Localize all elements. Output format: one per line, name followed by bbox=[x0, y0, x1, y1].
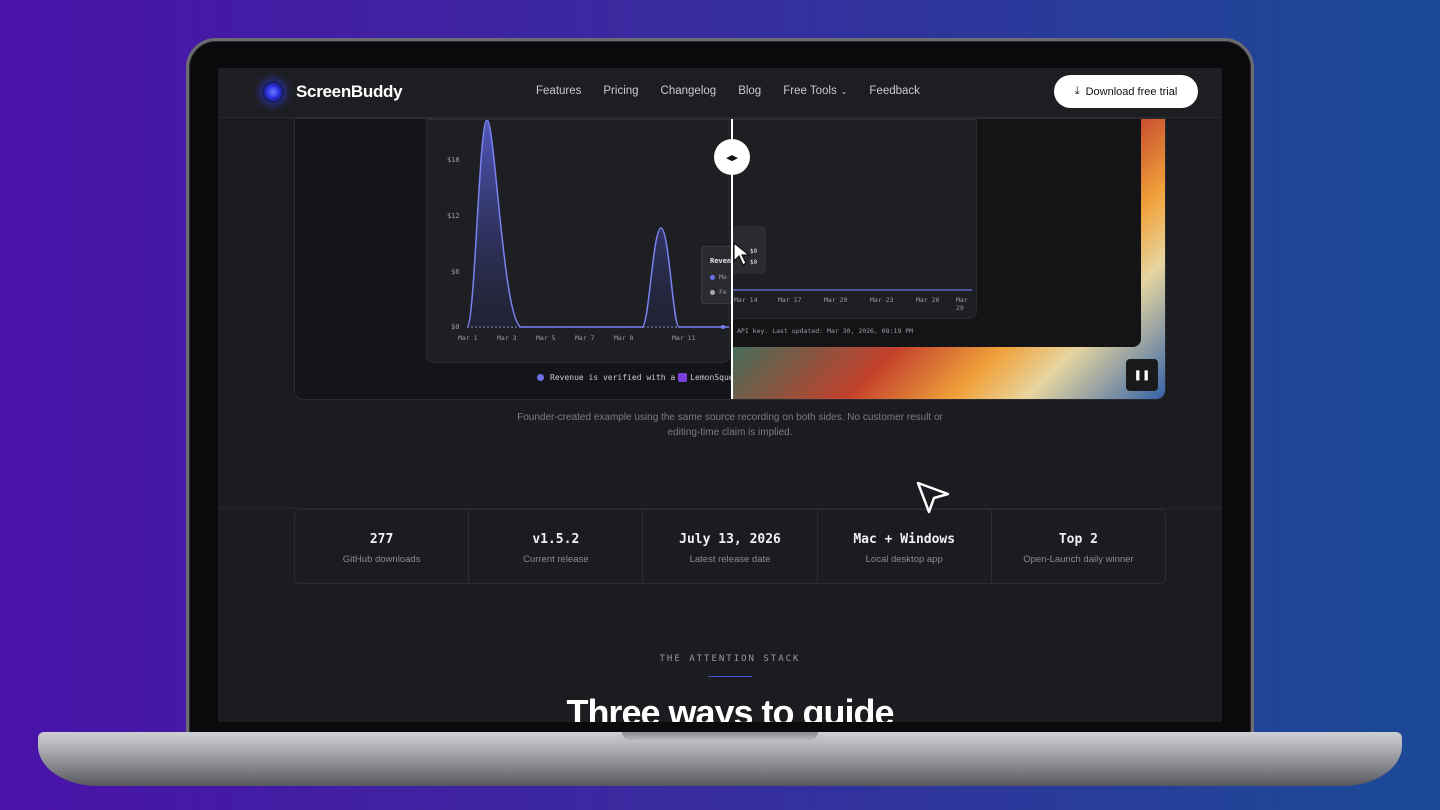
tooltip-title: Reven bbox=[710, 257, 732, 265]
stat-release-date: July 13, 2026 Latest release date bbox=[643, 510, 818, 583]
x-tick-mar5: Mar 5 bbox=[536, 334, 556, 342]
nav-link-free-tools-label: Free Tools bbox=[783, 85, 837, 97]
y-tick-18: $18 bbox=[447, 156, 460, 164]
nav-link-pricing[interactable]: Pricing bbox=[603, 85, 638, 97]
revenue-footnote: Revenue is verified with a LemonSqueez bbox=[537, 373, 743, 382]
stats-bar: 277 GitHub downloads v1.5.2 Current rele… bbox=[294, 509, 1166, 584]
chart-tooltip: Reven Ma Fe bbox=[701, 246, 735, 304]
nav-link-blog[interactable]: Blog bbox=[738, 85, 761, 97]
stat-value: July 13, 2026 bbox=[679, 532, 781, 547]
compare-slider-handle[interactable]: ◂▸ bbox=[714, 139, 750, 175]
demo-caption: Founder-created example using the same s… bbox=[218, 410, 1222, 440]
nav-link-feedback[interactable]: Feedback bbox=[869, 85, 920, 97]
after-panel: Mar 14 Mar 17 Mar 20 Mar 23 Mar 26 Mar 2… bbox=[731, 119, 1165, 399]
x-tick-mar26: Mar 26 bbox=[916, 296, 940, 304]
lemonsqueezy-icon bbox=[678, 373, 688, 382]
tooltip-item-1: Ma bbox=[719, 273, 727, 281]
section-eyebrow: THE ATTENTION STACK bbox=[659, 654, 801, 664]
stat-value: v1.5.2 bbox=[532, 532, 580, 547]
stat-release: v1.5.2 Current release bbox=[469, 510, 644, 583]
stat-downloads: 277 GitHub downloads bbox=[295, 510, 470, 583]
laptop-notch bbox=[622, 732, 818, 740]
brand-logo[interactable]: ScreenBuddy bbox=[262, 81, 403, 103]
x-tick-mar8: Mar 8 bbox=[614, 334, 634, 342]
demo-caption-line2: editing-time claim is implied. bbox=[667, 427, 793, 438]
stat-label: Latest release date bbox=[689, 554, 771, 565]
top-nav: ScreenBuddy Features Pricing Changelog B… bbox=[218, 68, 1222, 118]
tooltip-dot-2 bbox=[710, 290, 715, 295]
nav-link-free-tools[interactable]: Free Tools ⌄ bbox=[783, 85, 847, 97]
verified-icon bbox=[537, 374, 544, 381]
x-tick-mar20: Mar 20 bbox=[824, 296, 848, 304]
browser-screen: ScreenBuddy Features Pricing Changelog B… bbox=[218, 68, 1222, 722]
after-footnote: API key. Last updated: Mar 30, 2026, 08:… bbox=[737, 327, 914, 335]
stat-value: Top 2 bbox=[1058, 532, 1098, 547]
x-tick-mar29: Mar 29 bbox=[956, 296, 968, 312]
x-tick-mar1: Mar 1 bbox=[458, 334, 478, 342]
chevron-down-icon: ⌄ bbox=[840, 86, 848, 96]
logo-icon bbox=[262, 81, 284, 103]
after-chart bbox=[732, 289, 972, 291]
x-tick-mar11: Mar 11 bbox=[672, 334, 696, 342]
laptop-base bbox=[38, 732, 1402, 786]
pause-button[interactable]: ❚❚ bbox=[1126, 359, 1158, 391]
eyebrow-underline bbox=[708, 676, 752, 677]
stat-label: GitHub downloads bbox=[342, 554, 421, 565]
cursor-arrow-icon bbox=[916, 481, 950, 514]
end-point bbox=[721, 325, 725, 329]
y-tick-6: $6 bbox=[451, 268, 460, 276]
stat-label: Current release bbox=[523, 554, 589, 565]
revenue-footnote-text: Revenue is verified with a bbox=[550, 373, 676, 382]
download-trial-button[interactable]: ⤓ Download free trial bbox=[1054, 75, 1198, 108]
y-tick-12: $12 bbox=[447, 212, 460, 220]
nav-link-changelog[interactable]: Changelog bbox=[661, 85, 717, 97]
stat-platform: Mac + Windows Local desktop app bbox=[818, 510, 992, 583]
revenue-area bbox=[467, 120, 729, 327]
nav-link-features[interactable]: Features bbox=[536, 85, 581, 97]
after-chart-card: Mar 14 Mar 17 Mar 20 Mar 23 Mar 26 Mar 2… bbox=[731, 119, 977, 319]
stat-label: Open-Launch daily winner bbox=[1023, 554, 1134, 565]
stat-value: Mac + Windows bbox=[853, 532, 956, 547]
x-tick-mar3: Mar 3 bbox=[497, 334, 517, 342]
demo-caption-line1: Founder-created example using the same s… bbox=[517, 412, 943, 423]
revenue-area-chart bbox=[467, 120, 729, 329]
revenue-chart-card: $18 $12 $6 $0 Mar 1 Mar 3 Mar 5 Mar 7 Ma… bbox=[426, 119, 730, 363]
tooltip-item-2: Fe bbox=[719, 288, 727, 296]
mouse-pointer-icon bbox=[733, 241, 751, 266]
brand-name: ScreenBuddy bbox=[296, 82, 403, 101]
section-headline: Three ways to guide bbox=[566, 692, 894, 722]
stat-value: 277 bbox=[369, 532, 394, 547]
x-tick-mar17: Mar 17 bbox=[778, 296, 802, 304]
nav-links: Features Pricing Changelog Blog Free Too… bbox=[536, 85, 942, 97]
y-tick-0: $0 bbox=[451, 323, 460, 331]
x-tick-mar7: Mar 7 bbox=[575, 334, 595, 342]
after-app-window: Mar 14 Mar 17 Mar 20 Mar 23 Mar 26 Mar 2… bbox=[731, 119, 1141, 347]
before-after-demo: $18 $12 $6 $0 Mar 1 Mar 3 Mar 5 Mar 7 Ma… bbox=[294, 118, 1166, 400]
download-trial-label: Download free trial bbox=[1085, 85, 1178, 98]
x-tick-mar14: Mar 14 bbox=[734, 296, 758, 304]
x-tick-mar23: Mar 23 bbox=[870, 296, 894, 304]
tooltip-dot-1 bbox=[710, 275, 715, 280]
stat-label: Local desktop app bbox=[865, 554, 943, 565]
stat-ranking: Top 2 Open-Launch daily winner bbox=[992, 510, 1165, 583]
download-icon: ⤓ bbox=[1074, 85, 1080, 97]
